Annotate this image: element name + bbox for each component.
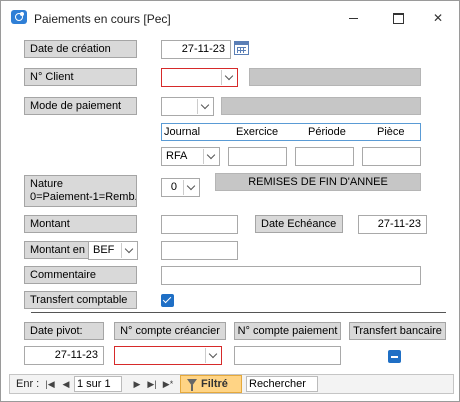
journal-combo[interactable]: RFA [161,147,220,166]
journal-header: Journal Exercice Période Pièce [161,123,421,141]
filter-label: Filtré [201,378,228,390]
date-echeance-label: Date Echéance [255,215,343,233]
record-label: Enr : [16,378,40,390]
maximize-button[interactable] [385,9,409,27]
currency-combo[interactable]: BEF [88,241,138,260]
compte-creancier-combo[interactable] [114,346,222,365]
record-position-field[interactable]: 1 sur 1 [74,376,122,392]
next-record-icon[interactable]: ▶ [131,377,143,391]
client-name-display [249,68,421,86]
chevron-down-icon[interactable] [183,180,198,195]
montant-label: Montant [24,215,137,233]
chevron-down-icon[interactable] [203,149,218,164]
journal-header-exercice: Exercice [236,126,279,138]
journal-header-periode: Période [308,126,346,138]
nature-label-line1: Nature [30,178,64,190]
nature-label-line2: 0=Paiement-1=Remb. [30,191,137,203]
window-title: Paiements en cours [Pec] [34,12,171,26]
mode-paiement-combo[interactable] [161,97,214,116]
app-icon [11,10,27,24]
periode-field[interactable] [295,147,354,166]
chevron-down-icon[interactable] [221,70,236,85]
piece-field[interactable] [362,147,421,166]
transfert-comptable-label: Transfert comptable [24,291,137,309]
new-record-icon[interactable]: ▶* [162,377,174,391]
minimize-button[interactable] [341,9,365,27]
date-pivot-label: Date pivot: [24,322,104,340]
transfert-bancaire-checkbox[interactable] [388,350,401,363]
last-record-icon[interactable]: ▶| [146,377,158,391]
client-label: N° Client [24,68,137,86]
title-bar: Paiements en cours [Pec] [1,1,459,33]
date-creation-label: Date de création [24,40,137,58]
nature-combo[interactable]: 0 [161,178,200,197]
transfert-bancaire-label: Transfert bancaire [349,322,446,340]
nature-description: REMISES DE FIN D'ANNEE [215,173,421,191]
record-navigation-bar: Enr : |◀ ◀ 1 sur 1 ▶ ▶| ▶* Filtré Recher… [9,374,454,394]
date-echeance-field[interactable]: 27-11-23 [358,215,427,234]
commentaire-label: Commentaire [24,266,137,284]
search-input[interactable]: Rechercher [246,376,318,392]
client-combo[interactable] [161,68,238,87]
compte-creancier-label: N° compte créancier [114,322,226,340]
compte-paiement-label: N° compte paiement [234,322,341,340]
journal-value: RFA [166,150,188,162]
montant-en-text: Montant en [30,244,86,256]
currency-value: BEF [93,244,115,256]
previous-record-icon[interactable]: ◀ [60,377,72,391]
window: Paiements en cours [Pec] Date de créatio… [0,0,460,402]
montant-en-field[interactable] [161,241,238,260]
montant-field[interactable] [161,215,238,234]
divider [31,312,446,313]
mode-paiement-label: Mode de paiement [24,97,137,115]
first-record-icon[interactable]: |◀ [44,377,56,391]
chevron-down-icon[interactable] [121,243,136,258]
calendar-icon[interactable] [234,41,249,55]
nature-label: Nature 0=Paiement-1=Remb. [24,175,137,207]
transfert-comptable-checkbox[interactable] [161,294,174,307]
commentaire-field[interactable] [161,266,421,285]
journal-header-journal: Journal [164,126,201,138]
compte-paiement-field[interactable] [234,346,341,365]
nature-value: 0 [170,181,177,193]
journal-header-piece: Pièce [377,126,405,138]
filter-icon [187,379,197,391]
close-button[interactable] [426,9,450,27]
filter-toggle-button[interactable]: Filtré [180,375,242,393]
chevron-down-icon[interactable] [205,348,220,363]
date-pivot-field[interactable]: 27-11-23 [24,346,104,365]
exercice-field[interactable] [228,147,287,166]
chevron-down-icon[interactable] [197,99,212,114]
mode-paiement-display [221,97,421,115]
date-creation-field[interactable]: 27-11-23 [161,40,231,59]
